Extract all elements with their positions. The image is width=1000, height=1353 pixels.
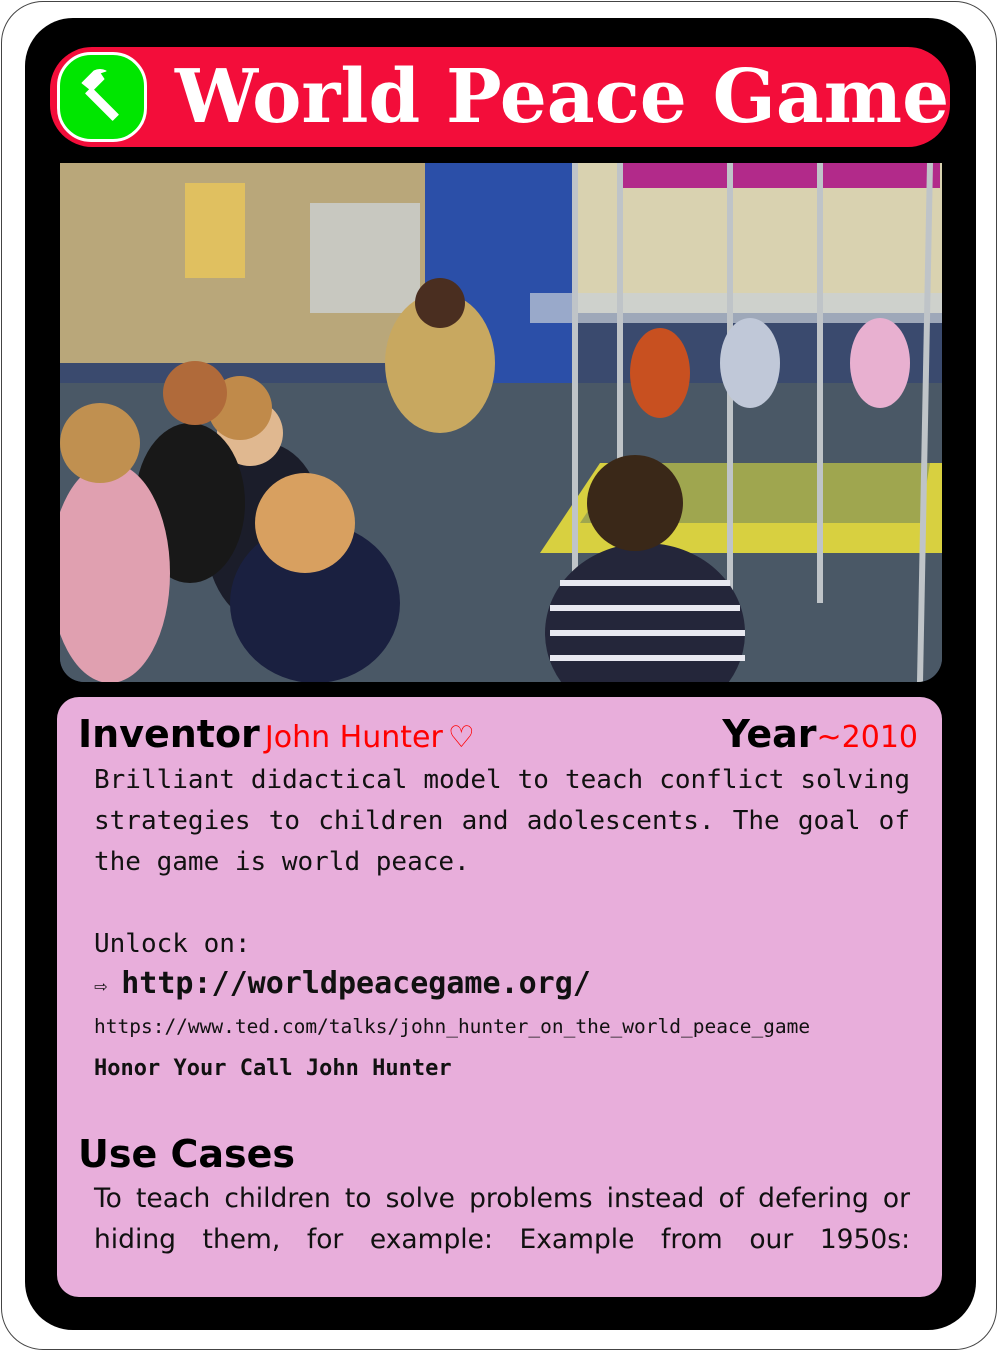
secondary-link[interactable]: https://www.ted.com/talks/john_hunter_on…: [94, 1013, 810, 1041]
use-cases-text: To teach children to solve problems inst…: [94, 1183, 910, 1255]
card-title: World Peace Game: [175, 54, 950, 140]
hammer-icon: [81, 69, 119, 121]
year-label: Year: [722, 712, 817, 756]
heart-icon: ♡: [447, 720, 475, 755]
category-badge: [57, 52, 147, 142]
inventor: Inventor John Hunter ♡: [78, 712, 475, 756]
year-value: ~2010: [816, 720, 918, 755]
year: Year~2010: [722, 712, 918, 756]
description: Brilliant didactical model to teach conf…: [94, 765, 910, 877]
arrow-right-icon: ⇨: [94, 974, 108, 999]
primary-link[interactable]: http://worldpeacegame.org/: [121, 966, 591, 1001]
classroom-photo: [60, 163, 942, 682]
unlock-label: Unlock on:: [94, 929, 251, 959]
use-cases-title: Use Cases: [78, 1132, 296, 1176]
tagline: Honor Your Call John Hunter: [94, 1056, 452, 1081]
inventor-label: Inventor: [78, 712, 260, 756]
meta-row: Inventor John Hunter ♡ Year~2010: [78, 712, 918, 760]
primary-link-row: ⇨ http://worldpeacegame.org/: [94, 962, 591, 1009]
inventor-name: John Hunter: [264, 720, 443, 755]
